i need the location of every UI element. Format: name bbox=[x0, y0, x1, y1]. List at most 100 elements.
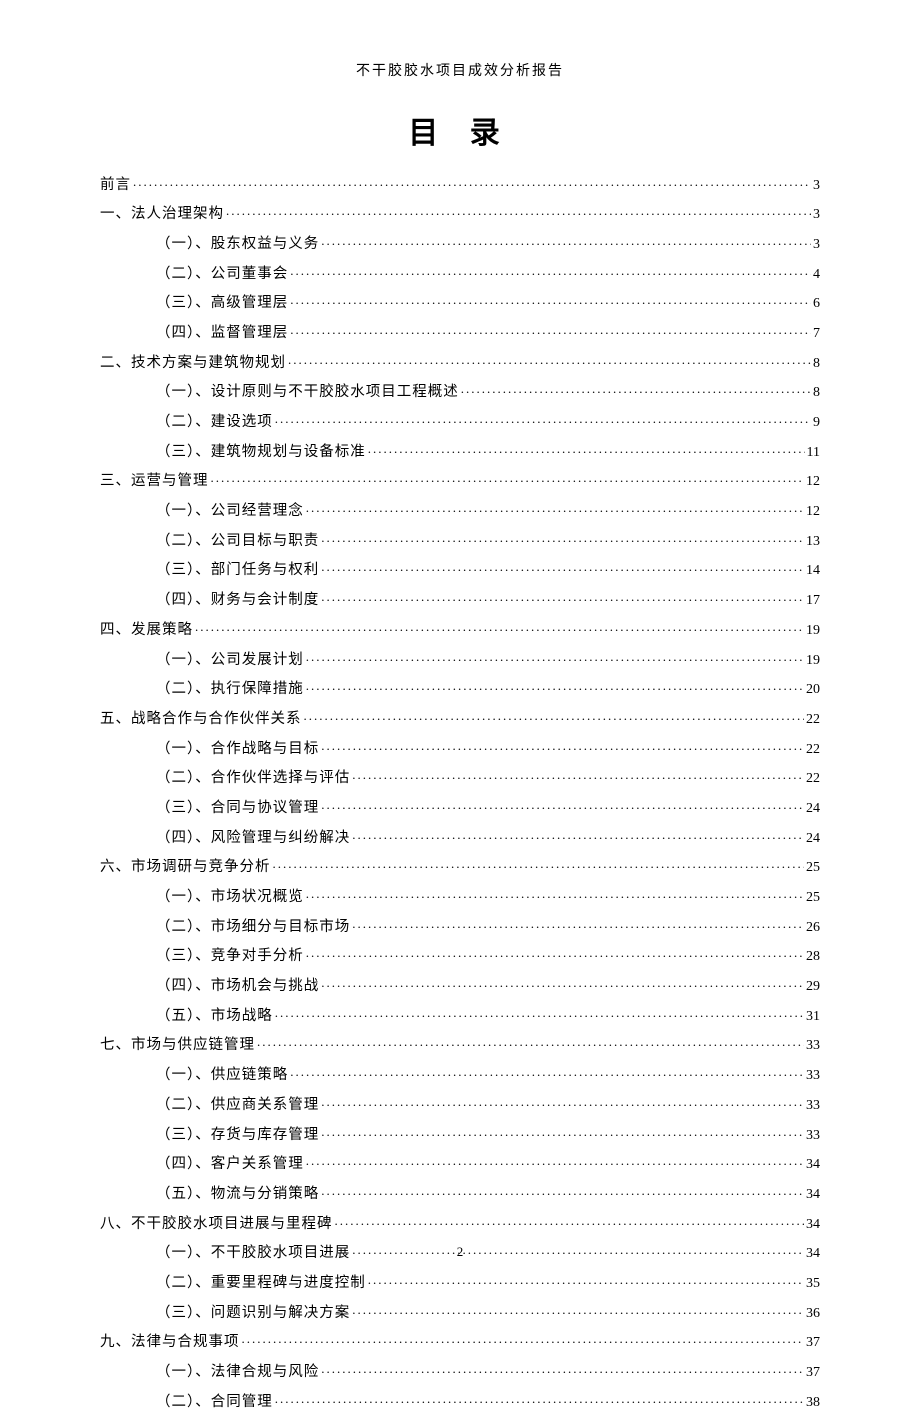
toc-entry[interactable]: （一）、公司发展计划19 bbox=[100, 649, 820, 668]
toc-entry[interactable]: （四）、财务与会计制度17 bbox=[100, 590, 820, 609]
toc-entry-label: （一）、股东权益与义务 bbox=[156, 237, 319, 252]
toc-entry[interactable]: 六、市场调研与竞争分析25 bbox=[100, 857, 820, 876]
toc-entry-label: （三）、合同与协议管理 bbox=[156, 801, 319, 816]
toc-leader-dots bbox=[352, 827, 804, 842]
toc-title: 目 录 bbox=[100, 108, 820, 152]
table-of-contents: 前言3一、法人治理架构3（一）、股东权益与义务3（二）、公司董事会4（三）、高级… bbox=[100, 174, 820, 1410]
toc-entry-label: （二）、市场细分与目标市场 bbox=[156, 920, 350, 935]
toc-entry-page: 38 bbox=[806, 1396, 820, 1410]
toc-entry[interactable]: （二）、合作伙伴选择与评估 22 bbox=[100, 768, 820, 787]
toc-entry[interactable]: （一）、法律合规与风险37 bbox=[100, 1362, 820, 1381]
toc-leader-dots bbox=[321, 797, 804, 812]
toc-entry-label: （三）、高级管理层 bbox=[156, 296, 288, 311]
toc-leader-dots bbox=[195, 619, 804, 634]
page-header: 不干胶胶水项目成效分析报告 bbox=[100, 60, 820, 80]
toc-leader-dots bbox=[352, 768, 804, 783]
toc-leader-dots bbox=[242, 1332, 805, 1347]
toc-entry-page: 25 bbox=[806, 891, 820, 905]
toc-leader-dots bbox=[306, 887, 804, 902]
toc-entry-page: 26 bbox=[806, 921, 820, 935]
toc-entry-label: （四）、风险管理与纠纷解决 bbox=[156, 831, 350, 846]
toc-entry[interactable]: 八、不干胶胶水项目进展与里程碑34 bbox=[100, 1213, 820, 1232]
toc-entry-page: 36 bbox=[806, 1307, 820, 1321]
toc-entry[interactable]: （五）、市场战略 31 bbox=[100, 1005, 820, 1024]
toc-entry[interactable]: （一）、市场状况概览25 bbox=[100, 887, 820, 906]
toc-entry[interactable]: （二）、执行保障措施20 bbox=[100, 679, 820, 698]
toc-entry-page: 33 bbox=[806, 1129, 820, 1143]
toc-entry-label: （一）、设计原则与不干胶胶水项目工程概述 bbox=[156, 385, 459, 400]
toc-leader-dots bbox=[275, 1005, 804, 1020]
toc-entry[interactable]: （三）、高级管理层6 bbox=[100, 293, 820, 312]
toc-entry[interactable]: （三）、问题识别与解决方案 36 bbox=[100, 1302, 820, 1321]
toc-entry-label: 六、市场调研与竞争分析 bbox=[100, 860, 271, 875]
toc-entry[interactable]: （四）、市场机会与挑战29 bbox=[100, 976, 820, 995]
toc-leader-dots bbox=[306, 649, 804, 664]
toc-entry[interactable]: 一、法人治理架构3 bbox=[100, 204, 820, 223]
toc-leader-dots bbox=[368, 441, 805, 456]
toc-entry[interactable]: （四）、客户关系管理34 bbox=[100, 1154, 820, 1173]
toc-entry[interactable]: （一）、股东权益与义务3 bbox=[100, 233, 820, 252]
toc-entry[interactable]: （四）、监督管理层7 bbox=[100, 322, 820, 341]
toc-entry[interactable]: （四）、风险管理与纠纷解决 24 bbox=[100, 827, 820, 846]
toc-entry[interactable]: （三）、存货与库存管理 33 bbox=[100, 1124, 820, 1143]
toc-entry[interactable]: （一）、设计原则与不干胶胶水项目工程概述 8 bbox=[100, 382, 820, 401]
toc-entry-page: 31 bbox=[806, 1010, 820, 1024]
toc-entry[interactable]: （二）、供应商关系管理33 bbox=[100, 1094, 820, 1113]
toc-entry[interactable]: （三）、建筑物规划与设备标准11 bbox=[100, 441, 820, 460]
toc-leader-dots bbox=[321, 1124, 804, 1139]
toc-entry-page: 28 bbox=[806, 950, 820, 964]
toc-entry-page: 3 bbox=[813, 179, 820, 193]
toc-entry[interactable]: （二）、公司目标与职责13 bbox=[100, 530, 820, 549]
toc-leader-dots bbox=[335, 1213, 805, 1228]
toc-entry[interactable]: （三）、部门任务与权利14 bbox=[100, 560, 820, 579]
toc-entry-label: （四）、财务与会计制度 bbox=[156, 593, 319, 608]
toc-leader-dots bbox=[321, 738, 804, 753]
toc-leader-dots bbox=[133, 174, 811, 189]
toc-leader-dots bbox=[275, 412, 811, 427]
toc-entry-label: （三）、部门任务与权利 bbox=[156, 563, 319, 578]
toc-leader-dots bbox=[226, 204, 811, 219]
toc-entry[interactable]: （三）、竞争对手分析28 bbox=[100, 946, 820, 965]
toc-entry-label: （二）、合作伙伴选择与评估 bbox=[156, 771, 350, 786]
toc-entry-label: （五）、市场战略 bbox=[156, 1009, 273, 1024]
toc-entry-label: （三）、存货与库存管理 bbox=[156, 1128, 319, 1143]
toc-entry-page: 34 bbox=[806, 1218, 820, 1232]
toc-entry[interactable]: 三、运营与管理12 bbox=[100, 471, 820, 490]
toc-entry-page: 11 bbox=[807, 446, 820, 460]
toc-entry-page: 7 bbox=[813, 327, 820, 341]
toc-entry-label: （四）、客户关系管理 bbox=[156, 1157, 304, 1172]
toc-entry-page: 24 bbox=[806, 832, 820, 846]
toc-entry[interactable]: （五）、物流与分销策略34 bbox=[100, 1183, 820, 1202]
toc-entry[interactable]: （一）、公司经营理念12 bbox=[100, 501, 820, 520]
toc-entry[interactable]: （三）、合同与协议管理24 bbox=[100, 797, 820, 816]
toc-entry-label: （二）、供应商关系管理 bbox=[156, 1098, 319, 1113]
toc-entry[interactable]: （二）、建设选项 9 bbox=[100, 412, 820, 431]
toc-entry-label: （一）、供应链策略 bbox=[156, 1068, 288, 1083]
toc-entry[interactable]: （二）、合同管理38 bbox=[100, 1391, 820, 1410]
toc-entry[interactable]: 四、发展策略19 bbox=[100, 619, 820, 638]
toc-entry-page: 22 bbox=[806, 713, 820, 727]
toc-entry[interactable]: 七、市场与供应链管理33 bbox=[100, 1035, 820, 1054]
toc-entry-page: 8 bbox=[813, 386, 820, 400]
toc-entry-page: 35 bbox=[806, 1277, 820, 1291]
toc-entry-page: 20 bbox=[806, 683, 820, 697]
toc-entry[interactable]: （一）、合作战略与目标22 bbox=[100, 738, 820, 757]
toc-entry-page: 12 bbox=[806, 505, 820, 519]
toc-entry-label: （二）、公司董事会 bbox=[156, 267, 288, 282]
toc-entry[interactable]: 五、战略合作与合作伙伴关系22 bbox=[100, 708, 820, 727]
toc-entry[interactable]: 九、法律与合规事项37 bbox=[100, 1332, 820, 1351]
toc-entry[interactable]: 二、技术方案与建筑物规划8 bbox=[100, 352, 820, 371]
toc-entry-page: 37 bbox=[806, 1336, 820, 1350]
toc-entry[interactable]: 前言3 bbox=[100, 174, 820, 193]
toc-entry-page: 9 bbox=[813, 416, 820, 430]
toc-entry-label: （二）、建设选项 bbox=[156, 415, 273, 430]
toc-entry-page: 22 bbox=[806, 772, 820, 786]
toc-entry-label: （三）、问题识别与解决方案 bbox=[156, 1306, 350, 1321]
toc-entry[interactable]: （二）、公司董事会4 bbox=[100, 263, 820, 282]
toc-entry[interactable]: （一）、供应链策略 33 bbox=[100, 1065, 820, 1084]
toc-entry-page: 37 bbox=[806, 1366, 820, 1380]
toc-entry-label: 二、技术方案与建筑物规划 bbox=[100, 356, 286, 371]
toc-entry-page: 33 bbox=[806, 1069, 820, 1083]
toc-entry[interactable]: （二）、重要里程碑与进度控制35 bbox=[100, 1272, 820, 1291]
toc-entry[interactable]: （二）、市场细分与目标市场 26 bbox=[100, 916, 820, 935]
